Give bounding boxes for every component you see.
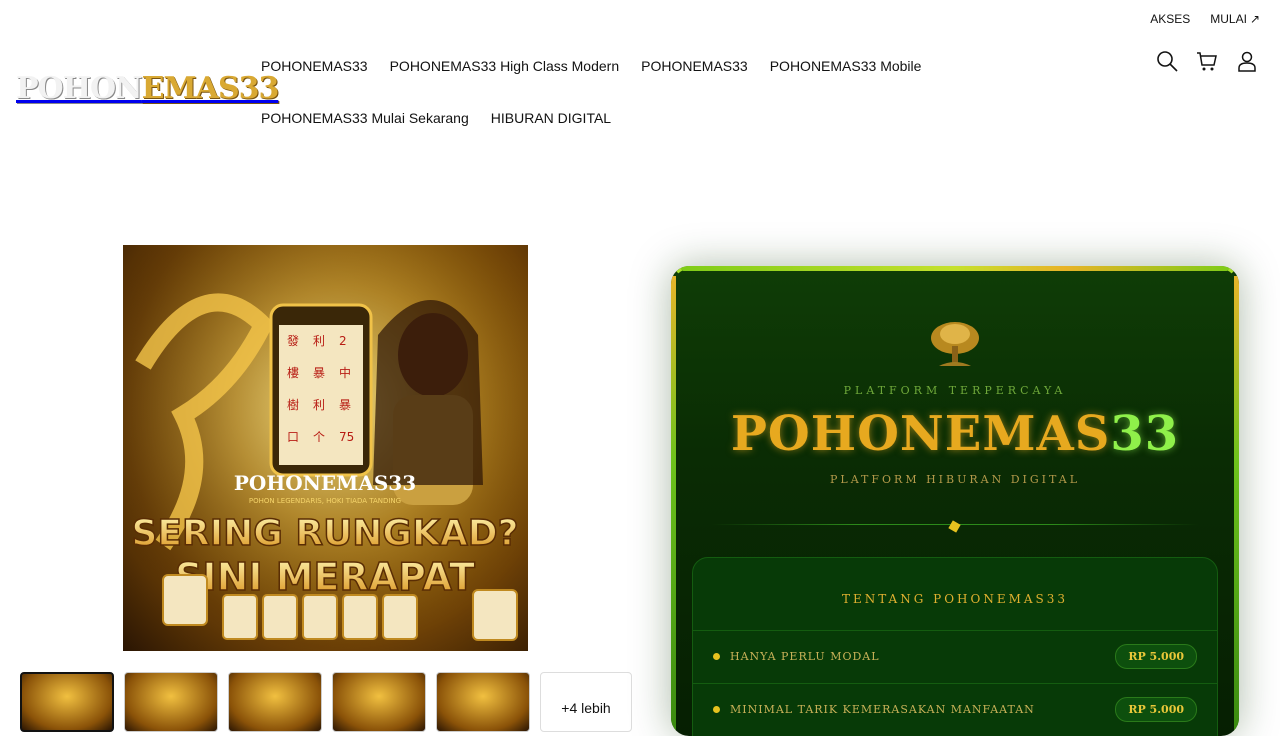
site-logo[interactable]: POHONEMAS33: [16, 60, 279, 116]
svg-text:利: 利: [313, 398, 325, 412]
svg-text:2: 2: [339, 334, 347, 348]
svg-text:中: 中: [339, 365, 351, 380]
bullet-icon: [713, 653, 720, 660]
panel-title: POHONEMAS33: [671, 406, 1239, 462]
thumbnail-strip: +4 lebih: [20, 672, 632, 732]
info-row-value: RP 5.000: [1115, 697, 1197, 722]
bullet-icon: [713, 706, 720, 713]
arrow-up-right-icon: ↗: [1249, 12, 1260, 26]
thumbnail-4[interactable]: [332, 672, 426, 732]
utility-bar: AKSES MULAI ↗: [1150, 12, 1260, 26]
panel-right-rail: [1234, 276, 1239, 736]
panel-top-rail: [681, 266, 1229, 271]
panel-left-rail: [671, 276, 676, 736]
search-icon[interactable]: [1156, 50, 1178, 72]
svg-text:75: 75: [339, 430, 354, 444]
thumbnail-3[interactable]: [228, 672, 322, 732]
info-panel: PLATFORM TERPERCAYA POHONEMAS33 PLATFORM…: [671, 266, 1239, 736]
banner-tagline: POHON LEGENDARIS, HOKI TIADA TANDING: [249, 497, 401, 505]
nav-item-2[interactable]: POHONEMAS33 High Class Modern: [379, 40, 631, 92]
info-row-label: MINIMAL TARIK KEMERASAKAN MANFAATAN: [730, 703, 1035, 716]
banner-artwork: 發利2 樓暴中 樹利暴 口个 75 POHONEMAS33 POHON LEGEN…: [123, 245, 528, 651]
thumbnail-2[interactable]: [124, 672, 218, 732]
nav-item-4[interactable]: POHONEMAS33 Mobile: [759, 40, 933, 92]
about-box-title: TENTANG POHONEMAS33: [841, 592, 1069, 606]
header-icons: [1156, 50, 1258, 72]
svg-text:樓: 樓: [287, 365, 299, 380]
panel-title-main: POHONEMAS: [730, 406, 1111, 462]
banner-headline-1: SERING RUNGKAD?: [132, 513, 519, 554]
main-nav: POHONEMAS33 POHONEMAS33 High Class Moder…: [250, 40, 1150, 144]
nav-item-3[interactable]: POHONEMAS33: [630, 40, 759, 92]
about-box: TENTANG POHONEMAS33 HANYA PERLU MODAL RP…: [692, 557, 1218, 736]
panel-subtitle-top: PLATFORM TERPERCAYA: [843, 384, 1067, 397]
banner-brand: POHONEMAS33: [234, 471, 416, 495]
cart-icon[interactable]: [1196, 50, 1218, 72]
svg-text:暴: 暴: [313, 366, 325, 380]
nav-item-1[interactable]: POHONEMAS33: [250, 40, 379, 92]
info-row: MINIMAL TARIK KEMERASAKAN MANFAATAN RP 5…: [693, 683, 1217, 735]
akses-label: AKSES: [1150, 12, 1191, 26]
account-icon[interactable]: [1236, 50, 1258, 72]
nav-item-6[interactable]: HIBURAN DIGITAL: [480, 92, 622, 144]
svg-text:口: 口: [287, 430, 299, 444]
svg-text:个: 个: [313, 430, 325, 444]
thumbnail-5[interactable]: [436, 672, 530, 732]
info-row-label: HANYA PERLU MODAL: [730, 650, 880, 663]
site-header: POHONEMAS33 POHONEMAS33 POHONEMAS33 High…: [0, 40, 1280, 140]
tree-icon: [931, 322, 979, 366]
product-main-image[interactable]: 發利2 樓暴中 樹利暴 口个 75 POHONEMAS33 POHON LEGEN…: [123, 245, 528, 651]
panel-title-number: 33: [1110, 406, 1180, 462]
akses-link[interactable]: AKSES: [1150, 12, 1190, 26]
logo-text: POHONEMAS33: [16, 70, 279, 106]
thumbnail-1[interactable]: [20, 672, 114, 732]
svg-text:利: 利: [313, 334, 325, 348]
logo-text-white: POHON: [16, 70, 143, 106]
info-row: HANYA PERLU MODAL RP 5.000: [693, 630, 1217, 682]
mulai-link[interactable]: MULAI ↗: [1210, 12, 1260, 26]
mulai-label: MULAI: [1210, 12, 1247, 26]
nav-item-5[interactable]: POHONEMAS33 Mulai Sekarang: [250, 92, 480, 144]
svg-text:暴: 暴: [339, 398, 351, 412]
more-images-button[interactable]: +4 lebih: [540, 672, 632, 732]
panel-subtitle-bottom: PLATFORM HIBURAN DIGITAL: [830, 473, 1080, 486]
svg-text:發: 發: [287, 333, 299, 348]
info-row-value: RP 5.000: [1115, 644, 1197, 669]
svg-text:樹: 樹: [287, 398, 299, 412]
diamond-icon: [948, 520, 961, 533]
banner-headline-2: SINI MERAPAT: [175, 555, 475, 599]
